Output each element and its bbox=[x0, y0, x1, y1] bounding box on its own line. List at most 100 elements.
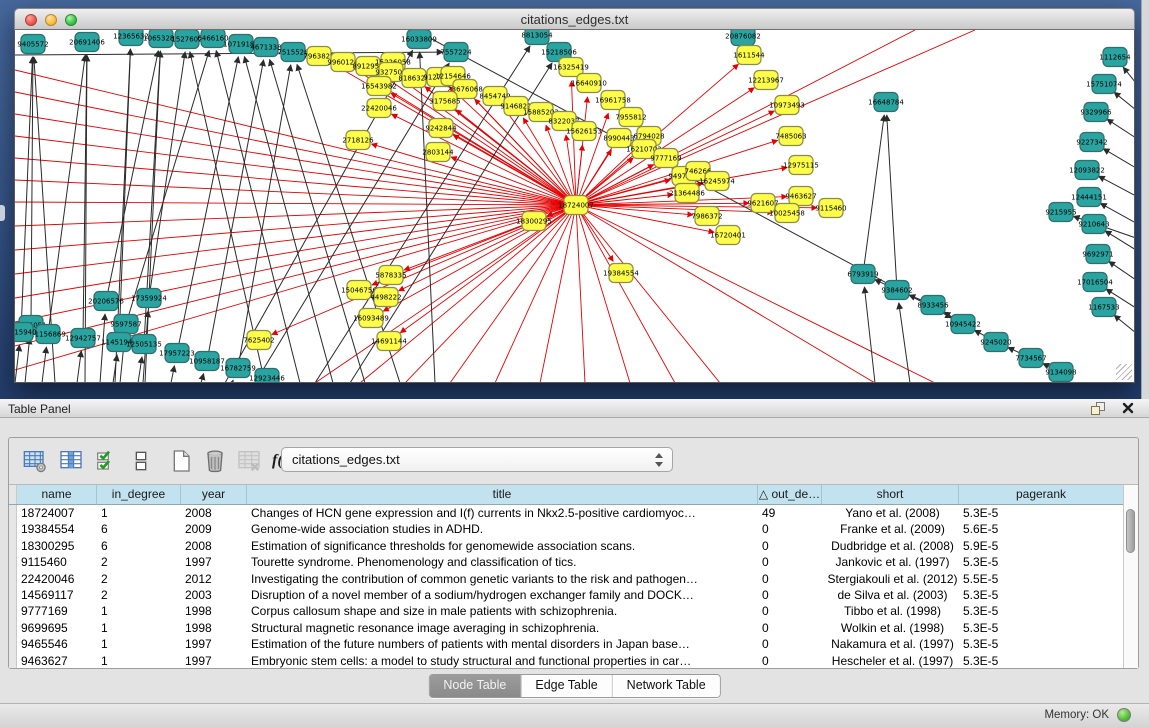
svg-text:16033809: 16033809 bbox=[401, 36, 437, 44]
window-resize-grip[interactable] bbox=[1116, 364, 1132, 380]
svg-text:7485063: 7485063 bbox=[775, 133, 806, 141]
table-row[interactable]: 1938455462009Genome-wide association stu… bbox=[9, 521, 1123, 537]
column-header-title[interactable]: title bbox=[247, 485, 758, 504]
table-row[interactable]: 969969511998Structural magnetic resonanc… bbox=[9, 620, 1123, 636]
network-node[interactable]: 7986372 bbox=[691, 207, 722, 226]
table-cell: 2012 bbox=[181, 571, 247, 587]
column-header-short[interactable]: short bbox=[822, 485, 959, 504]
network-node[interactable]: 1112654 bbox=[1099, 48, 1131, 67]
network-node[interactable]: 9245020 bbox=[980, 333, 1011, 352]
table-row[interactable]: 911546021997Tourette syndrome. Phenomeno… bbox=[9, 554, 1123, 570]
table-selector-dropdown[interactable]: citations_edges.txt bbox=[281, 447, 673, 472]
network-node[interactable]: 9210643 bbox=[1078, 215, 1109, 234]
close-panel-icon[interactable] bbox=[1121, 401, 1135, 415]
table-cell: Franke et al. (2009) bbox=[822, 521, 959, 537]
network-node[interactable]: 3175685 bbox=[429, 92, 460, 111]
select-rows-icon[interactable] bbox=[93, 446, 121, 476]
network-node[interactable]: 16648784 bbox=[868, 93, 904, 112]
tab-network-table[interactable]: Network Table bbox=[613, 675, 720, 697]
network-node[interactable]: 2718126 bbox=[342, 131, 374, 150]
table-row[interactable]: 1830029562008Estimation of significance … bbox=[9, 538, 1123, 554]
network-node[interactable]: 9242844 bbox=[425, 119, 457, 138]
table-cell: 2008 bbox=[181, 538, 247, 554]
network-canvas[interactable]: 9405572206914061236563210653287152760264… bbox=[14, 30, 1135, 383]
new-table-icon[interactable] bbox=[167, 446, 195, 476]
network-node[interactable]: 16720401 bbox=[710, 226, 746, 245]
network-node[interactable]: 9597587 bbox=[110, 315, 141, 334]
network-node[interactable]: 20691406 bbox=[69, 33, 105, 52]
network-node[interactable]: 9463627 bbox=[785, 187, 816, 206]
network-node[interactable]: 9215955 bbox=[1045, 203, 1076, 222]
memory-status-indicator[interactable] bbox=[1117, 708, 1131, 722]
table-options-icon[interactable] bbox=[21, 446, 49, 476]
table-row[interactable]: 1456911722003Disruption of a novel membe… bbox=[9, 587, 1123, 603]
citation-network-graph[interactable]: 9405572206914061236563210653287152760264… bbox=[15, 30, 1135, 383]
svg-text:3175685: 3175685 bbox=[429, 98, 460, 106]
network-node[interactable]: 19384554 bbox=[603, 264, 639, 283]
network-node[interactable]: 9227342 bbox=[1076, 133, 1107, 152]
hidden-panel-toggle[interactable] bbox=[0, 205, 5, 221]
column-header-out-degree[interactable]: △ out_de… bbox=[758, 485, 822, 504]
table-row[interactable]: 2242004622012Investigating the contribut… bbox=[9, 571, 1123, 587]
column-header-name[interactable]: name bbox=[17, 485, 97, 504]
table-row[interactable]: 946362711997Embryonic stem cells: a mode… bbox=[9, 653, 1123, 668]
network-node[interactable]: 14691144 bbox=[371, 332, 407, 351]
network-node[interactable]: 8933456 bbox=[917, 296, 949, 315]
tab-node-table[interactable]: Node Table bbox=[429, 675, 521, 697]
network-window-titlebar[interactable]: citations_edges.txt bbox=[14, 8, 1135, 30]
table-body[interactable]: 1872400712008Changes of HCN gene express… bbox=[9, 505, 1123, 668]
network-node[interactable]: 7485063 bbox=[775, 127, 806, 146]
table-cell: 49 bbox=[758, 505, 822, 521]
svg-text:10945422: 10945422 bbox=[945, 321, 981, 329]
column-header-in-degree[interactable]: in_degree bbox=[97, 485, 181, 504]
network-node[interactable]: 7557224 bbox=[440, 43, 472, 62]
table-row[interactable]: 1872400712008Changes of HCN gene express… bbox=[9, 505, 1123, 521]
network-node[interactable]: 9115460 bbox=[815, 199, 846, 218]
tab-edge-table[interactable]: Edge Table bbox=[521, 675, 612, 697]
network-node[interactable]: 15751074 bbox=[1086, 75, 1122, 94]
network-node[interactable]: 9384602 bbox=[881, 281, 912, 300]
network-node[interactable]: 7734567 bbox=[1015, 349, 1046, 368]
table-row[interactable]: 977716911998Corpus callosum shape and si… bbox=[9, 603, 1123, 619]
scrollbar-thumb[interactable] bbox=[1126, 509, 1135, 553]
show-columns-icon[interactable] bbox=[57, 446, 85, 476]
network-node[interactable]: 4498222 bbox=[370, 288, 401, 307]
table-cell: 2003 bbox=[181, 587, 247, 603]
table-cell: 5.5E-5 bbox=[959, 571, 1123, 587]
svg-text:16648784: 16648784 bbox=[868, 99, 904, 107]
network-node[interactable]: 7625402 bbox=[243, 331, 274, 350]
network-node[interactable]: 12975115 bbox=[783, 156, 819, 175]
svg-text:9215955: 9215955 bbox=[1045, 209, 1076, 217]
network-node[interactable]: 20876082 bbox=[725, 30, 761, 46]
network-node[interactable]: 9777169 bbox=[650, 149, 681, 168]
network-node[interactable]: 9692971 bbox=[1082, 245, 1113, 264]
network-node[interactable]: 7955812 bbox=[615, 108, 646, 127]
network-node[interactable]: 16033809 bbox=[401, 30, 437, 49]
network-window[interactable]: citations_edges.txt 94055722069140612365… bbox=[14, 8, 1135, 383]
network-node[interactable]: 2803144 bbox=[422, 143, 454, 162]
network-node[interactable]: 9134098 bbox=[1045, 363, 1076, 382]
network-node[interactable]: 6793919 bbox=[847, 265, 878, 284]
table-cell: 1 bbox=[97, 653, 181, 668]
svg-text:9245020: 9245020 bbox=[980, 339, 1011, 347]
float-panel-icon[interactable] bbox=[1091, 402, 1105, 415]
network-node[interactable]: 16961758 bbox=[595, 91, 631, 110]
network-node[interactable]: 1167533 bbox=[1088, 298, 1119, 317]
network-node[interactable]: 10973493 bbox=[769, 96, 805, 115]
network-node[interactable]: 9329966 bbox=[1080, 103, 1112, 122]
table-cell: 0 bbox=[758, 571, 822, 587]
table-row[interactable]: 946554611997Estimation of the future num… bbox=[9, 636, 1123, 652]
network-node[interactable]: 12213967 bbox=[748, 71, 784, 90]
column-header-year[interactable]: year bbox=[181, 485, 247, 504]
network-node[interactable]: 12942757 bbox=[65, 329, 101, 348]
network-node[interactable]: 17016504 bbox=[1077, 273, 1113, 292]
row-height-icon[interactable] bbox=[127, 446, 155, 476]
table-vertical-scrollbar[interactable] bbox=[1123, 485, 1138, 668]
network-node[interactable]: 5878335 bbox=[375, 266, 406, 285]
network-node[interactable]: 9405572 bbox=[17, 35, 48, 54]
delete-rows-trash-icon[interactable] bbox=[201, 446, 229, 476]
column-header-pagerank[interactable]: pagerank bbox=[959, 485, 1123, 504]
network-node[interactable]: 8813054 bbox=[521, 30, 553, 45]
svg-text:10025458: 10025458 bbox=[769, 210, 805, 218]
network-node[interactable]: 1611544 bbox=[733, 46, 765, 65]
